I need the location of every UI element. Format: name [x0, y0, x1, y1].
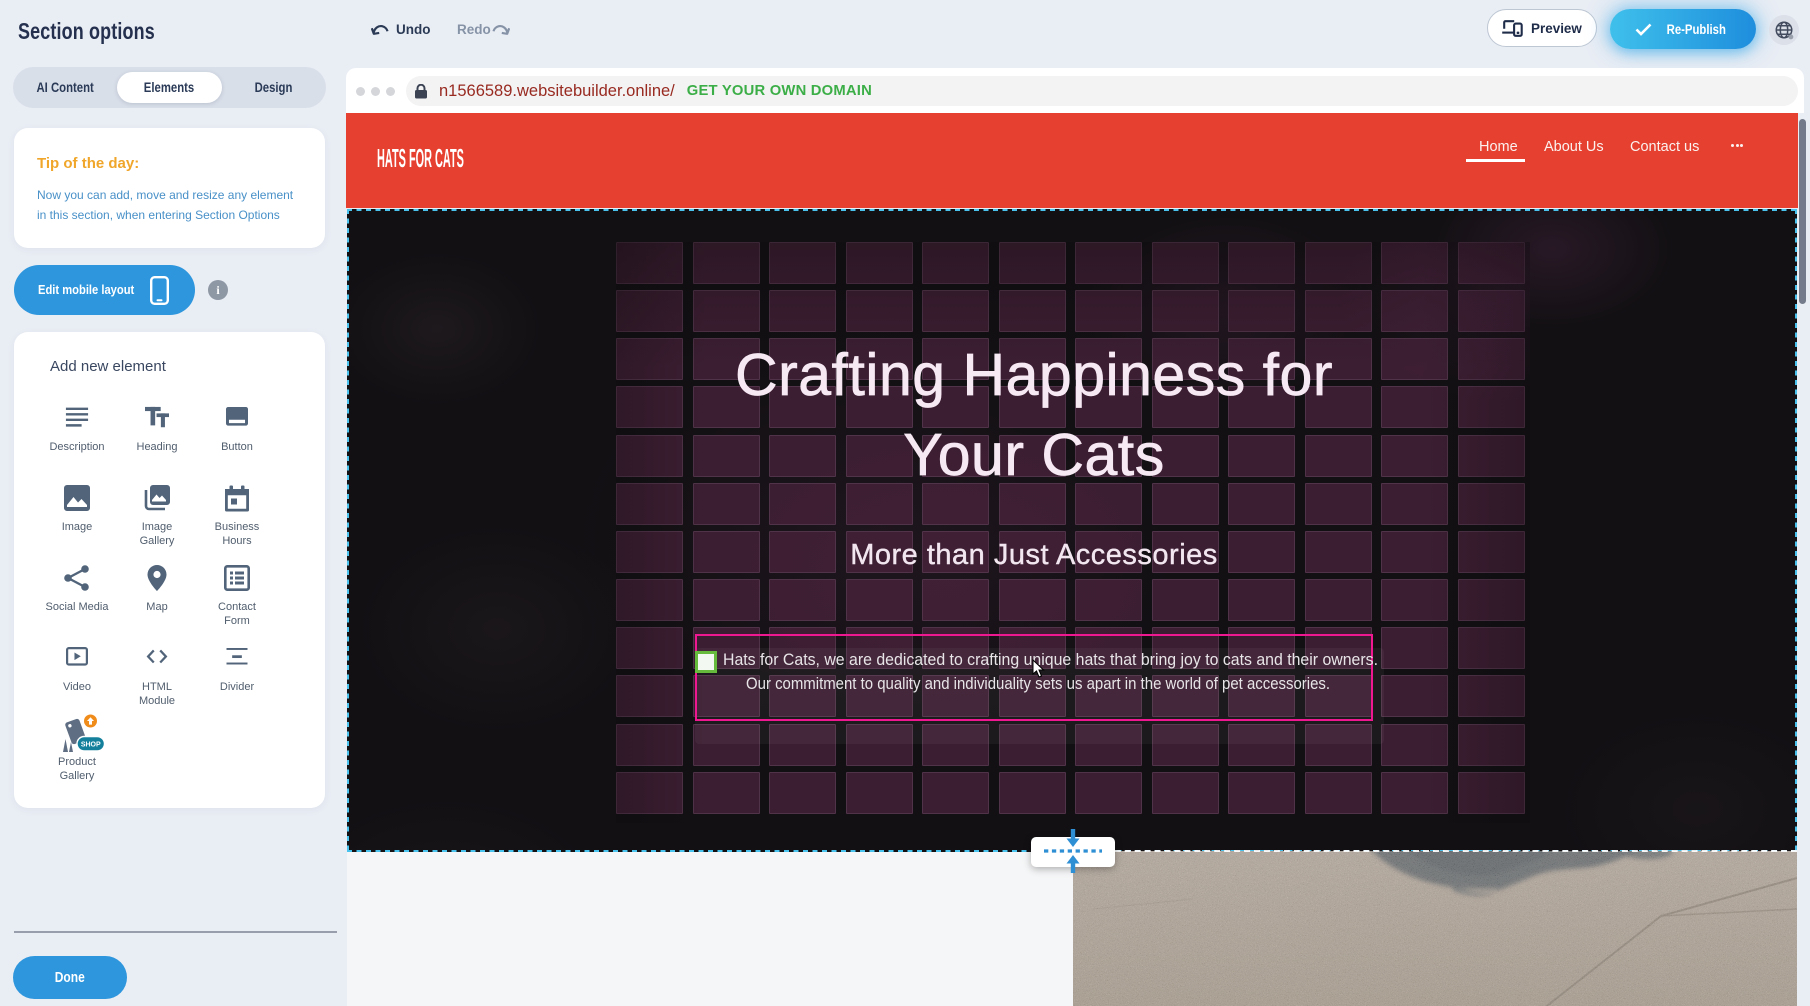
svg-text:SHOP: SHOP — [81, 741, 101, 748]
